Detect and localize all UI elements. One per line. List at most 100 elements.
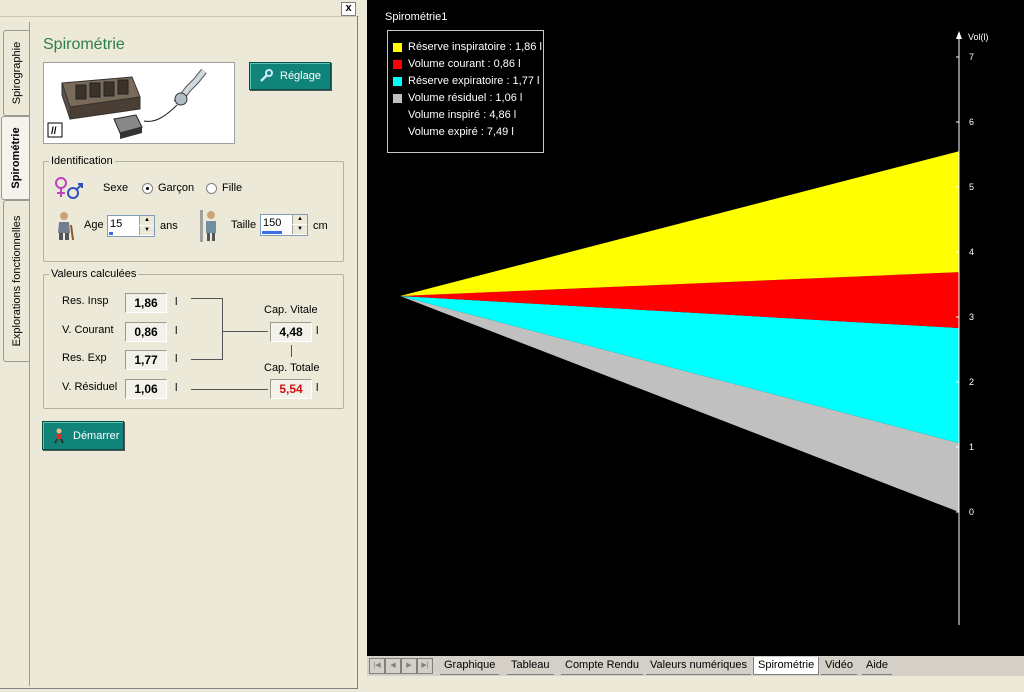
chart-legend: Réserve inspiratoire : 1,86 l Volume cou… <box>387 30 544 153</box>
age-up-arrow[interactable]: ▲ <box>139 216 154 225</box>
legend-label: Volume courant : 0,86 l <box>408 58 521 70</box>
tab-tableau[interactable]: Tableau <box>507 657 554 675</box>
res-insp-value: 1,86 <box>125 293 167 313</box>
cap-vitale-unit: l <box>316 325 319 337</box>
area-r-serve-inspiratoire <box>400 151 959 296</box>
last-tab-button[interactable]: ▶| <box>417 658 433 674</box>
cap-vitale-label: Cap. Vitale <box>264 304 318 316</box>
demarrer-button[interactable]: Démarrer <box>42 421 124 450</box>
legend-swatch <box>393 42 402 52</box>
demarrer-label: Démarrer <box>73 429 120 442</box>
v-residuel-unit: l <box>175 382 178 394</box>
cap-totale-unit: l <box>316 382 319 394</box>
taille-label: Taille <box>231 219 257 231</box>
age-unit: ans <box>160 220 178 232</box>
tab-spirometrie[interactable]: Spirométrie <box>1 116 30 200</box>
close-button[interactable]: x <box>341 2 356 16</box>
tab-spirometrie-active[interactable]: Spirométrie <box>753 657 820 675</box>
radio-garcon-label: Garçon <box>158 182 195 194</box>
age-level-bar <box>109 232 113 235</box>
connector-line <box>191 389 268 390</box>
v-residuel-label: V. Résiduel <box>62 381 118 393</box>
taille-up-arrow[interactable]: ▲ <box>292 215 307 224</box>
legend-item: Réserve inspiratoire : 1,86 l <box>393 40 542 54</box>
next-tab-button[interactable]: ▶ <box>401 658 417 674</box>
reglage-label: Réglage <box>280 70 321 82</box>
legend-label: Réserve expiratoire : 1,77 l <box>408 75 540 87</box>
age-label: Age <box>84 219 104 231</box>
svg-text://: // <box>51 126 57 137</box>
legend-swatch <box>393 76 402 86</box>
legend-label: Volume expiré : 7,49 l <box>408 126 514 138</box>
y-tick-label: 7 <box>969 52 974 62</box>
res-exp-label: Res. Exp <box>62 352 107 364</box>
cap-totale-value: 5,54 <box>270 379 312 399</box>
tab-compte-rendu[interactable]: Compte Rendu <box>561 657 643 675</box>
panel-top-strip <box>0 0 359 17</box>
tab-aide[interactable]: Aide <box>862 657 893 675</box>
y-axis-arrow <box>956 31 962 39</box>
wrench-icon <box>258 68 274 84</box>
tab-label: Explorations fonctionnelles <box>11 215 23 347</box>
valeurs-legend: Valeurs calculées <box>49 268 139 280</box>
y-tick-label: 5 <box>969 182 974 192</box>
age-spinner[interactable]: 15 ▲ ▼ <box>107 215 155 237</box>
gender-icon <box>52 175 84 203</box>
identification-group <box>43 161 344 262</box>
status-area <box>367 676 1024 692</box>
tab-valeurs-numeriques[interactable]: Valeurs numériques <box>646 657 752 675</box>
y-axis-label: Vol(l) <box>968 32 989 42</box>
y-tick-label: 3 <box>969 312 974 322</box>
res-exp-value: 1,77 <box>125 350 167 370</box>
sexe-label: Sexe <box>103 182 129 194</box>
radio-garcon[interactable] <box>142 183 153 194</box>
legend-label: Réserve inspiratoire : 1,86 l <box>408 41 542 53</box>
res-insp-unit: l <box>175 296 178 308</box>
radio-fille[interactable] <box>206 183 217 194</box>
spirometer-illustration: // <box>47 68 207 139</box>
y-tick-label: 6 <box>969 117 974 127</box>
y-tick-label: 1 <box>969 442 974 452</box>
v-courant-label: V. Courant <box>62 324 114 336</box>
v-courant-value: 0,86 <box>125 322 167 342</box>
legend-item: Volume courant : 0,86 l <box>393 57 521 71</box>
v-courant-unit: l <box>175 325 178 337</box>
taille-spinner[interactable]: 150 ▲ ▼ <box>260 214 308 236</box>
reglage-button[interactable]: Réglage <box>249 62 331 90</box>
connector-line <box>222 331 268 332</box>
bottom-tab-strip: |◀ ◀ ▶ ▶| Graphique Tableau Compte Rendu… <box>367 656 1024 676</box>
first-tab-button[interactable]: |◀ <box>369 658 385 674</box>
tab-label: Spirographie <box>11 41 23 105</box>
connector-line <box>191 359 223 360</box>
identification-legend: Identification <box>49 155 115 167</box>
runner-icon <box>51 428 67 444</box>
tab-graphique[interactable]: Graphique <box>440 657 500 675</box>
tab-video[interactable]: Vidéo <box>821 657 857 675</box>
chart-title: Spirométrie1 <box>385 11 448 23</box>
height-measure-icon <box>200 210 220 242</box>
legend-item: Volume expiré : 7,49 l <box>408 125 514 139</box>
y-tick-label: 0 <box>969 507 974 517</box>
age-value: 15 <box>110 218 123 230</box>
cap-vitale-value: 4,48 <box>270 322 312 342</box>
legend-swatch <box>393 93 402 103</box>
tab-explorations-fonctionnelles[interactable]: Explorations fonctionnelles <box>3 200 30 362</box>
tab-spirographie[interactable]: Spirographie <box>3 30 30 116</box>
prev-tab-button[interactable]: ◀ <box>385 658 401 674</box>
panel-title: Spirométrie <box>43 36 125 53</box>
taille-unit: cm <box>313 220 328 232</box>
legend-item: Volume résiduel : 1,06 l <box>393 91 522 105</box>
tab-label: Spirométrie <box>10 127 22 189</box>
connector-line <box>291 345 292 357</box>
v-residuel-value: 1,06 <box>125 379 167 399</box>
res-insp-label: Res. Insp <box>62 295 109 307</box>
cap-totale-label: Cap. Totale <box>264 362 320 374</box>
connector-line <box>222 298 223 360</box>
legend-item: Volume inspiré : 4,86 l <box>408 108 516 122</box>
y-tick-label: 4 <box>969 247 974 257</box>
connector-line <box>191 298 223 299</box>
res-exp-unit: l <box>175 353 178 365</box>
age-down-arrow[interactable]: ▼ <box>139 226 154 235</box>
legend-item: Réserve expiratoire : 1,77 l <box>393 74 539 88</box>
taille-down-arrow[interactable]: ▼ <box>292 225 307 234</box>
